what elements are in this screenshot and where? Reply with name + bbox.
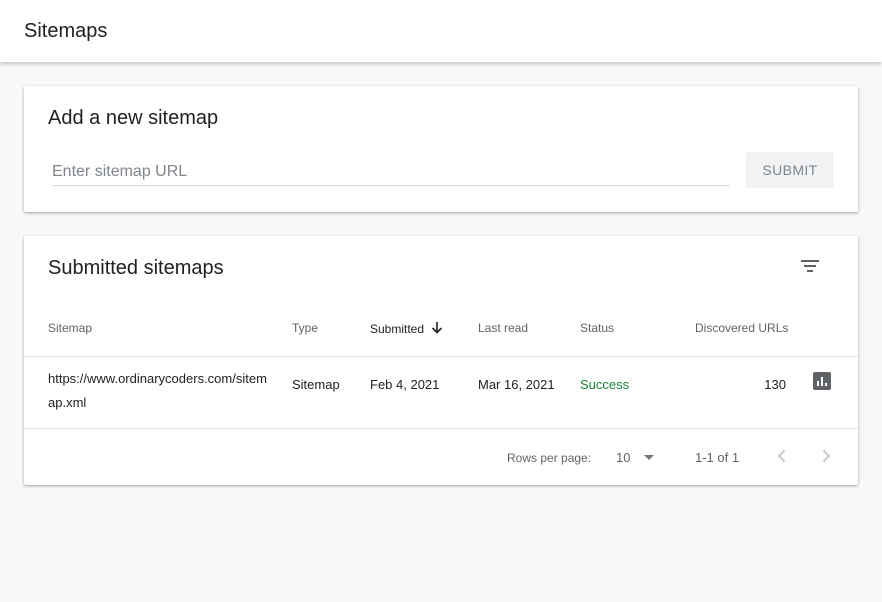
column-header-last-read[interactable]: Last read — [478, 321, 528, 335]
filter-list-icon[interactable] — [800, 258, 820, 274]
header-divider — [24, 356, 858, 357]
top-app-bar: Sitemaps — [0, 0, 882, 62]
column-header-submitted-label: Submitted — [370, 322, 425, 336]
add-sitemap-card: Add a new sitemap SUBMIT — [24, 86, 858, 212]
pagination-range: 1-1 of 1 — [695, 450, 740, 465]
submitted-sitemaps-title: Submitted sitemaps — [48, 257, 224, 279]
add-sitemap-title: Add a new sitemap — [48, 107, 219, 129]
chevron-left-icon[interactable] — [772, 446, 792, 466]
dropdown-caret-icon — [644, 455, 654, 460]
submit-button[interactable]: SUBMIT — [746, 152, 834, 188]
row-divider — [24, 428, 858, 429]
discovered-urls-cell: 130 — [764, 377, 786, 392]
column-header-status[interactable]: Status — [580, 321, 614, 335]
sitemap-url-cell: https://www.ordinarycoders.com/sitemap.x… — [48, 371, 267, 410]
submitted-sitemaps-card: Submitted sitemaps Sitemap Type Submitte… — [24, 236, 858, 485]
last-read-cell: Mar 16, 2021 — [478, 377, 555, 392]
rows-per-page-label: Rows per page: — [507, 451, 592, 465]
rows-per-page-value: 10 — [616, 450, 631, 465]
status-cell: Success — [580, 377, 630, 392]
column-header-type[interactable]: Type — [292, 321, 318, 335]
arrow-down-icon — [432, 322, 443, 334]
chevron-right-icon[interactable] — [816, 446, 836, 466]
page-title: Sitemaps — [24, 20, 108, 42]
submitted-cell: Feb 4, 2021 — [370, 377, 440, 392]
column-header-submitted[interactable]: Submitted — [370, 321, 443, 336]
type-cell: Sitemap — [292, 377, 340, 392]
bar-chart-icon[interactable] — [813, 372, 831, 390]
column-header-discovered-urls[interactable]: Discovered URLs — [695, 321, 788, 335]
column-header-sitemap[interactable]: Sitemap — [48, 321, 92, 335]
sitemap-url-input[interactable] — [52, 158, 730, 186]
rows-per-page-select[interactable]: 10 — [616, 448, 662, 468]
